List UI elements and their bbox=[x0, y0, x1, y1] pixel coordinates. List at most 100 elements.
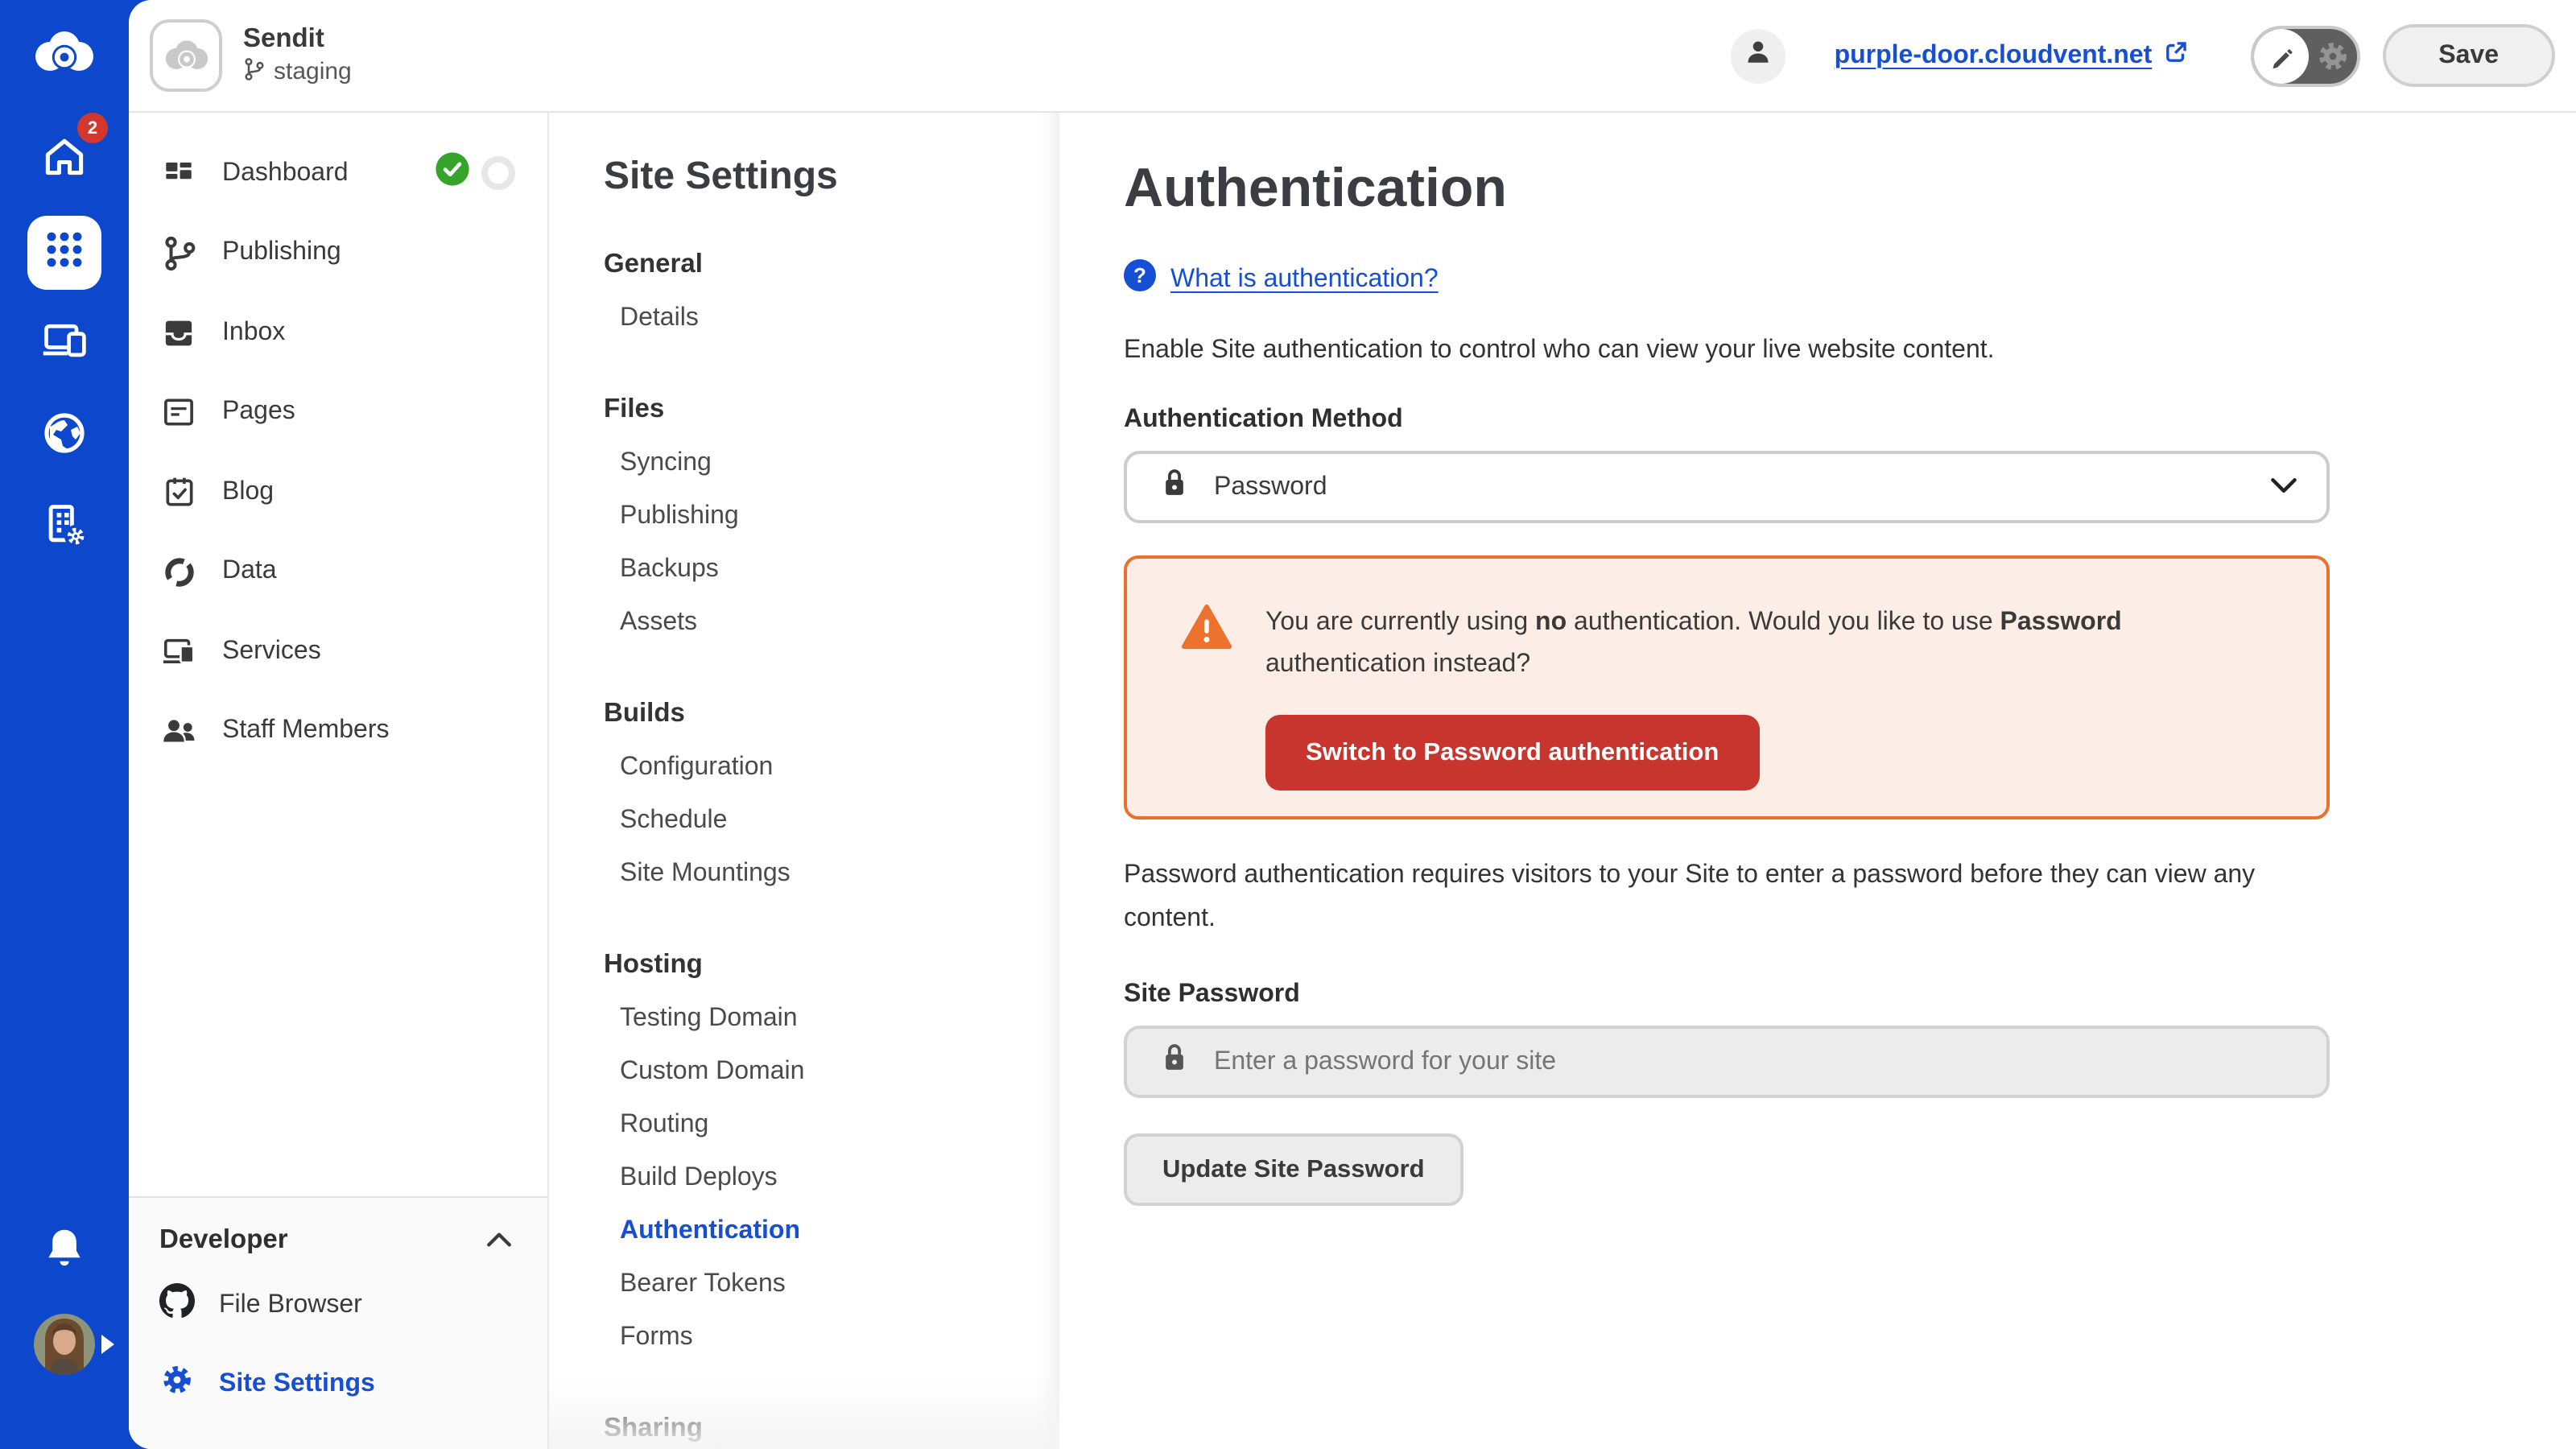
globe-icon bbox=[42, 410, 87, 463]
help-question-icon: ? bbox=[1124, 259, 1156, 299]
github-icon bbox=[159, 1283, 195, 1327]
warning-triangle-icon bbox=[1180, 602, 1233, 686]
app-surface: Sendit staging purple-door.cl bbox=[129, 0, 2576, 1449]
sidebar-item-pages[interactable]: Pages bbox=[129, 373, 547, 452]
app-window: 2 bbox=[0, 0, 2576, 1449]
bell-icon bbox=[43, 1249, 85, 1277]
settings-item-configuration[interactable]: Configuration bbox=[604, 741, 1059, 794]
lock-icon bbox=[1159, 1040, 1190, 1084]
settings-item-assets[interactable]: Assets bbox=[604, 596, 1059, 649]
sidebar-item-publishing[interactable]: Publishing bbox=[129, 213, 547, 293]
apps-grid-nav-button-active[interactable] bbox=[27, 216, 101, 290]
edit-mode-toggle[interactable] bbox=[2250, 25, 2359, 86]
preview-url-link[interactable]: purple-door.cloudvent.net bbox=[1835, 38, 2190, 73]
home-icon bbox=[40, 133, 89, 186]
dashboard-icon bbox=[159, 156, 198, 192]
build-success-check-icon bbox=[435, 152, 470, 196]
top-bar: Sendit staging purple-door.cl bbox=[129, 0, 2576, 113]
git-branch-icon bbox=[159, 235, 198, 272]
settings-section-builds: Builds Configuration Schedule Site Mount… bbox=[604, 687, 1059, 900]
site-chip[interactable]: Sendit staging bbox=[150, 19, 352, 92]
settings-item-testing-domain[interactable]: Testing Domain bbox=[604, 992, 1059, 1045]
page-title: Authentication bbox=[1124, 158, 2576, 221]
notification-badge: 2 bbox=[77, 113, 108, 143]
what-is-authentication-link[interactable]: ? What is authentication? bbox=[1124, 259, 1439, 299]
chevron-up-icon bbox=[486, 1225, 512, 1256]
settings-item-build-deploys[interactable]: Build Deploys bbox=[604, 1151, 1059, 1204]
build-pending-ring-icon bbox=[481, 157, 515, 191]
services-icon bbox=[159, 636, 198, 668]
user-avatar[interactable] bbox=[34, 1314, 95, 1375]
site-password-field bbox=[1124, 1026, 2330, 1098]
settings-item-bearer-tokens[interactable]: Bearer Tokens bbox=[604, 1257, 1059, 1311]
site-logo-icon bbox=[150, 19, 222, 92]
branch-name: staging bbox=[274, 59, 352, 86]
sidebar-item-blog[interactable]: Blog bbox=[129, 452, 547, 532]
sidebar-item-site-settings[interactable]: Site Settings bbox=[129, 1344, 547, 1423]
inbox-icon bbox=[159, 317, 198, 349]
settings-mode-gear-icon bbox=[2308, 38, 2356, 73]
switch-to-password-button[interactable]: Switch to Password authentication bbox=[1265, 715, 1759, 791]
save-button[interactable]: Save bbox=[2382, 24, 2555, 87]
settings-item-site-mountings[interactable]: Site Mountings bbox=[604, 847, 1059, 900]
settings-section-files: Files Syncing Publishing Backups Assets bbox=[604, 383, 1059, 649]
settings-item-custom-domain[interactable]: Custom Domain bbox=[604, 1045, 1059, 1098]
sidebar-item-staff-members[interactable]: Staff Members bbox=[129, 691, 547, 771]
people-icon bbox=[159, 716, 198, 748]
devices-icon bbox=[40, 320, 89, 369]
intro-text: Enable Site authentication to control wh… bbox=[1124, 336, 2576, 365]
site-password-input[interactable] bbox=[1214, 1047, 2294, 1076]
person-icon bbox=[1743, 35, 1775, 76]
external-link-icon bbox=[2161, 38, 2189, 73]
main-panel: Authentication ? What is authentication?… bbox=[1059, 113, 2576, 1449]
notifications-bell-button[interactable] bbox=[43, 1225, 85, 1278]
page-icon bbox=[159, 397, 198, 429]
update-site-password-button[interactable]: Update Site Password bbox=[1124, 1133, 1463, 1206]
settings-section-general: General Details bbox=[604, 238, 1059, 345]
site-password-label: Site Password bbox=[1124, 980, 2576, 1009]
settings-item-routing[interactable]: Routing bbox=[604, 1098, 1059, 1151]
site-sidebar: Dashboard Publishing bbox=[129, 113, 549, 1449]
git-branch-icon bbox=[243, 56, 266, 89]
grid-dots-icon bbox=[43, 228, 85, 278]
settings-item-forms[interactable]: Forms bbox=[604, 1311, 1059, 1364]
authentication-method-select[interactable]: Password bbox=[1124, 451, 2330, 523]
developer-section: Developer File Browser bbox=[129, 1196, 547, 1449]
icon-rail: 2 bbox=[0, 0, 129, 1449]
chevron-down-icon bbox=[2270, 473, 2297, 502]
auth-warning-callout: You are currently using no authenticatio… bbox=[1124, 555, 2330, 819]
account-button[interactable] bbox=[1732, 28, 1786, 83]
settings-section-sharing: Sharing bbox=[604, 1402, 1059, 1449]
sidebar-item-dashboard[interactable]: Dashboard bbox=[129, 134, 547, 213]
sidebar-item-file-browser[interactable]: File Browser bbox=[129, 1265, 547, 1344]
globe-nav-button[interactable] bbox=[27, 399, 101, 473]
building-gear-icon bbox=[40, 500, 89, 556]
svg-text:?: ? bbox=[1133, 263, 1146, 287]
pencil-icon bbox=[2253, 28, 2308, 83]
organization-nav-button[interactable] bbox=[27, 491, 101, 565]
password-info-text: Password authentication requires visitor… bbox=[1124, 853, 2291, 940]
sidebar-item-inbox[interactable]: Inbox bbox=[129, 293, 547, 373]
settings-item-publishing[interactable]: Publishing bbox=[604, 489, 1059, 543]
lock-icon bbox=[1159, 465, 1190, 509]
gear-icon bbox=[159, 1362, 195, 1406]
developer-section-toggle[interactable]: Developer bbox=[129, 1198, 547, 1256]
site-name: Sendit bbox=[243, 23, 352, 56]
cloudcannon-logo-icon bbox=[29, 26, 100, 80]
settings-item-backups[interactable]: Backups bbox=[604, 543, 1059, 596]
sidebar-item-data[interactable]: Data bbox=[129, 532, 547, 612]
avatar-flyout-arrow-icon bbox=[101, 1335, 114, 1354]
settings-item-authentication[interactable]: Authentication bbox=[604, 1204, 1059, 1257]
devices-nav-button[interactable] bbox=[27, 308, 101, 382]
settings-item-schedule[interactable]: Schedule bbox=[604, 794, 1059, 847]
settings-item-details[interactable]: Details bbox=[604, 291, 1059, 345]
home-nav-button[interactable]: 2 bbox=[27, 122, 101, 196]
settings-nav: Site Settings General Details Files Sync… bbox=[549, 113, 1059, 1449]
settings-item-syncing[interactable]: Syncing bbox=[604, 436, 1059, 489]
sidebar-item-services[interactable]: Services bbox=[129, 612, 547, 691]
selected-method: Password bbox=[1214, 473, 1327, 502]
settings-nav-title: Site Settings bbox=[604, 155, 1059, 200]
data-sync-icon bbox=[159, 555, 198, 589]
warning-text: You are currently using no authenticatio… bbox=[1265, 602, 2281, 686]
calendar-check-icon bbox=[159, 475, 198, 510]
